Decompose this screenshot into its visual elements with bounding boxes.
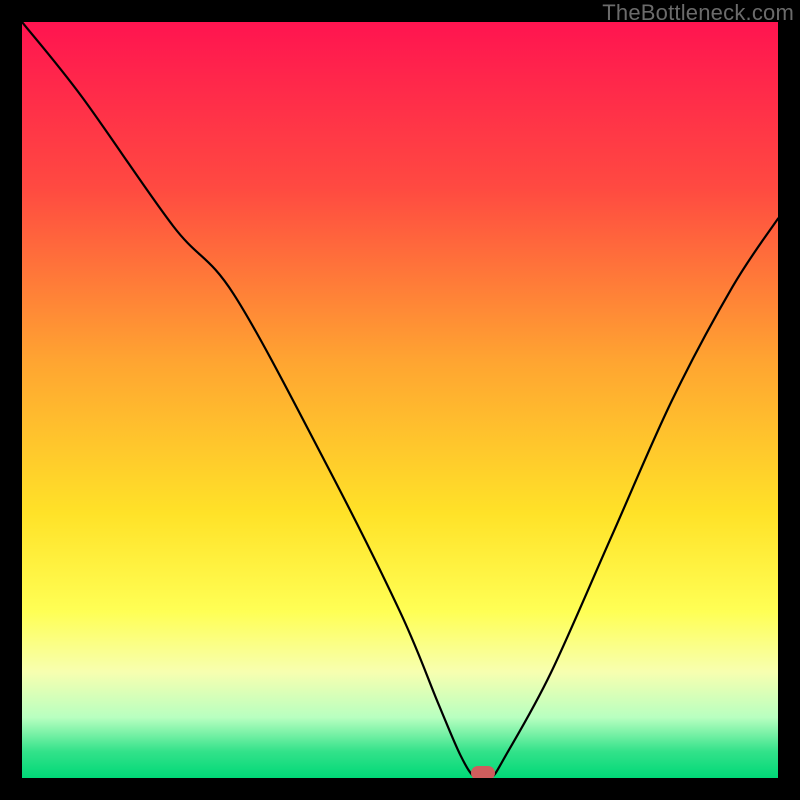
optimal-point-marker <box>471 766 495 778</box>
bottleneck-curve <box>22 22 778 778</box>
plot-area <box>22 22 778 778</box>
chart-frame: TheBottleneck.com <box>0 0 800 800</box>
